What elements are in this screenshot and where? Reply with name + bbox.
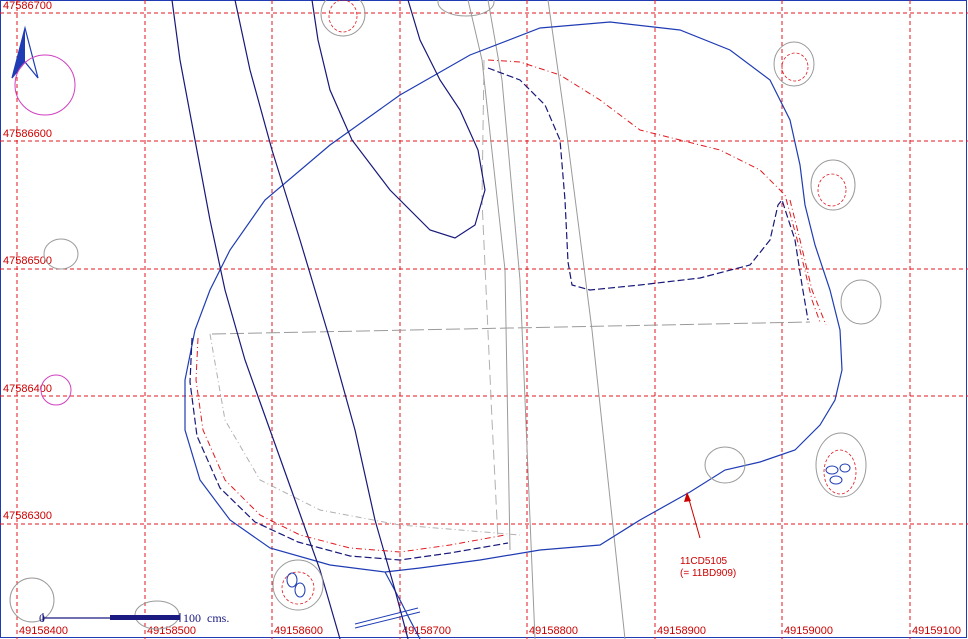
scale-bar-end-label: 100	[183, 611, 201, 625]
inner-dashed-contour	[487, 67, 809, 321]
stone-feature-inner-red	[281, 0, 857, 605]
stone-feature	[43, 238, 79, 270]
grid-x-label: 49158600	[274, 625, 323, 637]
stone-feature	[320, 0, 366, 37]
outer-contour-line	[184, 21, 843, 639]
plan-map: 47586700 47586600 47586500 47586400 4758…	[0, 0, 968, 639]
annotation-arrow	[684, 492, 701, 539]
grid-y-labels: 47586700 47586600 47586500 47586400 4758…	[3, 0, 52, 522]
scale-bar-start-label: 0	[39, 611, 45, 625]
grid-x-label: 49158700	[402, 625, 451, 637]
stone-features	[9, 0, 882, 630]
grid-y-label: 47586700	[3, 0, 52, 12]
stone-feature	[437, 0, 495, 17]
scale-bar-filled-segment	[110, 615, 180, 620]
grid-y-label: 47586300	[3, 510, 52, 522]
grid-y-label: 47586400	[3, 383, 52, 395]
magenta-features	[14, 54, 76, 406]
stone-feature	[810, 159, 856, 211]
north-arrow-icon	[11, 25, 39, 79]
grid-x-label: 49158800	[529, 625, 578, 637]
grid-x-label: 49159000	[784, 625, 833, 637]
blue-small-features	[286, 463, 851, 598]
magenta-feature	[14, 54, 76, 116]
grid-vertical-lines	[16, 0, 911, 639]
scale-bar-unit: cms.	[207, 611, 229, 625]
stone-feature	[9, 577, 55, 623]
grid-x-labels: 49158400 49158500 49158600 49158700 4915…	[19, 625, 961, 637]
grid-x-label: 49158400	[19, 625, 68, 637]
stone-feature	[704, 446, 746, 484]
grid-x-label: 49159100	[912, 625, 961, 637]
grid-y-label: 47586600	[3, 128, 52, 140]
dark-dashed-contour-lower	[189, 337, 509, 561]
grid-x-label: 49158900	[657, 625, 706, 637]
red-dashdot-contour-lower	[195, 337, 506, 553]
annotation-label-line2: (= 11BD909)	[680, 568, 736, 579]
navy-contour-lines	[171, 0, 486, 639]
stone-feature	[272, 559, 324, 611]
grid-x-label: 49158500	[147, 625, 196, 637]
red-dashdot-contour	[487, 59, 821, 323]
stone-feature	[840, 279, 882, 325]
annotation-label-line1: 11CD5105	[680, 556, 728, 567]
scale-bar: 0 100 cms.	[39, 611, 229, 625]
